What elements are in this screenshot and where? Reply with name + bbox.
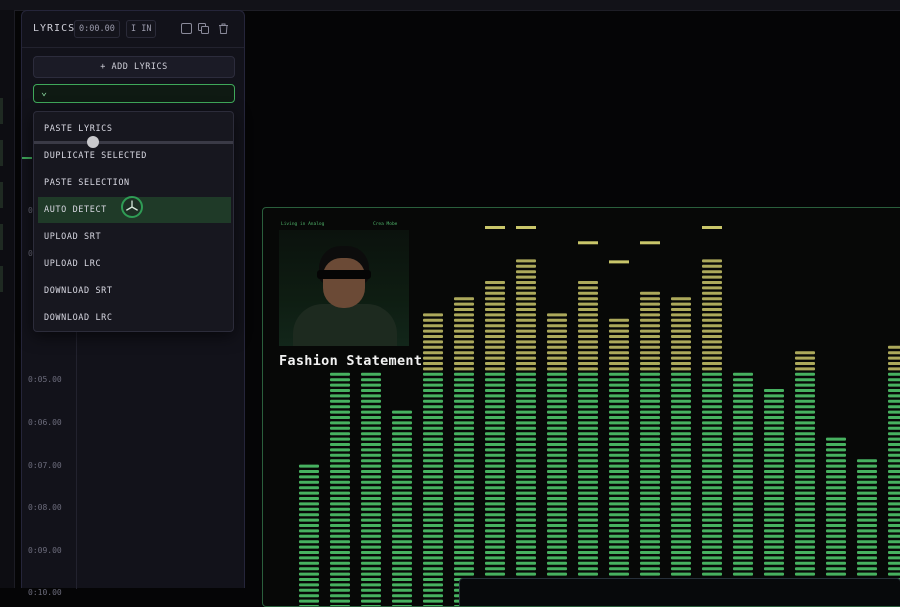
- trash-icon[interactable]: [218, 23, 229, 34]
- artist-label: Living in Analog: [281, 222, 325, 227]
- visualizer-bar: [609, 260, 629, 606]
- visualizer-bar: [795, 351, 815, 606]
- visualizer-bar: [299, 464, 319, 606]
- copy-icon[interactable]: [198, 23, 209, 34]
- menu-item-paste-selection[interactable]: PASTE SELECTION: [38, 170, 231, 196]
- album-art-face: [323, 258, 365, 308]
- add-lyrics-button[interactable]: + ADD LYRICS: [33, 56, 235, 78]
- visualizer-bar: [485, 226, 505, 606]
- creator-label: Crea Mobe: [373, 222, 398, 227]
- menu-item-upload-srt[interactable]: UPLOAD SRT: [38, 224, 231, 250]
- left-track-strip: [0, 10, 15, 588]
- checkbox-icon[interactable]: [181, 23, 192, 34]
- visualizer-bar: [888, 345, 900, 606]
- bottom-overlay-panel: [459, 578, 900, 606]
- track-marker: [0, 98, 3, 124]
- visualizer-bar: [671, 297, 691, 606]
- time-label: 0:07.00: [28, 461, 62, 470]
- lyrics-dropdown-menu: PASTE LYRICS DUPLICATE SELECTED PASTE SE…: [33, 111, 234, 332]
- menu-item-download-lrc[interactable]: DOWNLOAD LRC: [38, 305, 231, 331]
- loading-cursor-icon: [121, 196, 143, 218]
- visualizer-bar: [578, 241, 598, 606]
- menu-item-upload-lrc[interactable]: UPLOAD LRC: [38, 251, 231, 277]
- visualizer-bar: [330, 372, 350, 606]
- video-preview[interactable]: Living in Analog Crea Mobe Fashion State…: [262, 207, 900, 607]
- menu-item-duplicate-selected[interactable]: DUPLICATE SELECTED: [38, 143, 231, 169]
- panel-title: LYRICS: [33, 23, 76, 34]
- track-marker: [0, 140, 3, 166]
- visualizer-bar: [702, 226, 722, 606]
- track-marker: [0, 224, 3, 250]
- track-marker: [0, 182, 3, 208]
- time-label: 0:05.00: [28, 375, 62, 384]
- album-art-sunglasses: [317, 270, 371, 279]
- album-art-figure: [293, 304, 397, 346]
- visualizer-bar: [516, 226, 536, 606]
- time-chip[interactable]: 0:00.00: [74, 20, 120, 38]
- visualizer-bar: [361, 372, 381, 606]
- visualizer-bar: [454, 297, 474, 606]
- time-label: 0:10.00: [28, 588, 62, 597]
- time-label: 0:09.00: [28, 546, 62, 555]
- menu-item-paste-lyrics[interactable]: PASTE LYRICS: [38, 116, 231, 142]
- playhead-marker: [22, 157, 32, 159]
- track-marker: [0, 266, 3, 292]
- visualizer-bar: [423, 313, 443, 606]
- lyrics-options-select[interactable]: ⌄: [33, 84, 235, 103]
- visualizer-bar: [392, 410, 412, 606]
- visualizer-bar: [764, 389, 784, 606]
- chevron-down-icon: ⌄: [41, 87, 48, 98]
- time-label: 0:06.00: [28, 418, 62, 427]
- album-art: [279, 230, 409, 346]
- visualizer-bar: [640, 241, 660, 606]
- visualizer-bar: [547, 313, 567, 606]
- menu-item-download-srt[interactable]: DOWNLOAD SRT: [38, 278, 231, 304]
- song-title: Fashion Statement: [279, 353, 423, 369]
- in-point-chip[interactable]: I IN: [126, 20, 157, 38]
- visualizer-bar: [733, 372, 753, 606]
- lyrics-panel-header: LYRICS 0:00.00 I IN: [22, 11, 244, 48]
- time-label: 0:08.00: [28, 503, 62, 512]
